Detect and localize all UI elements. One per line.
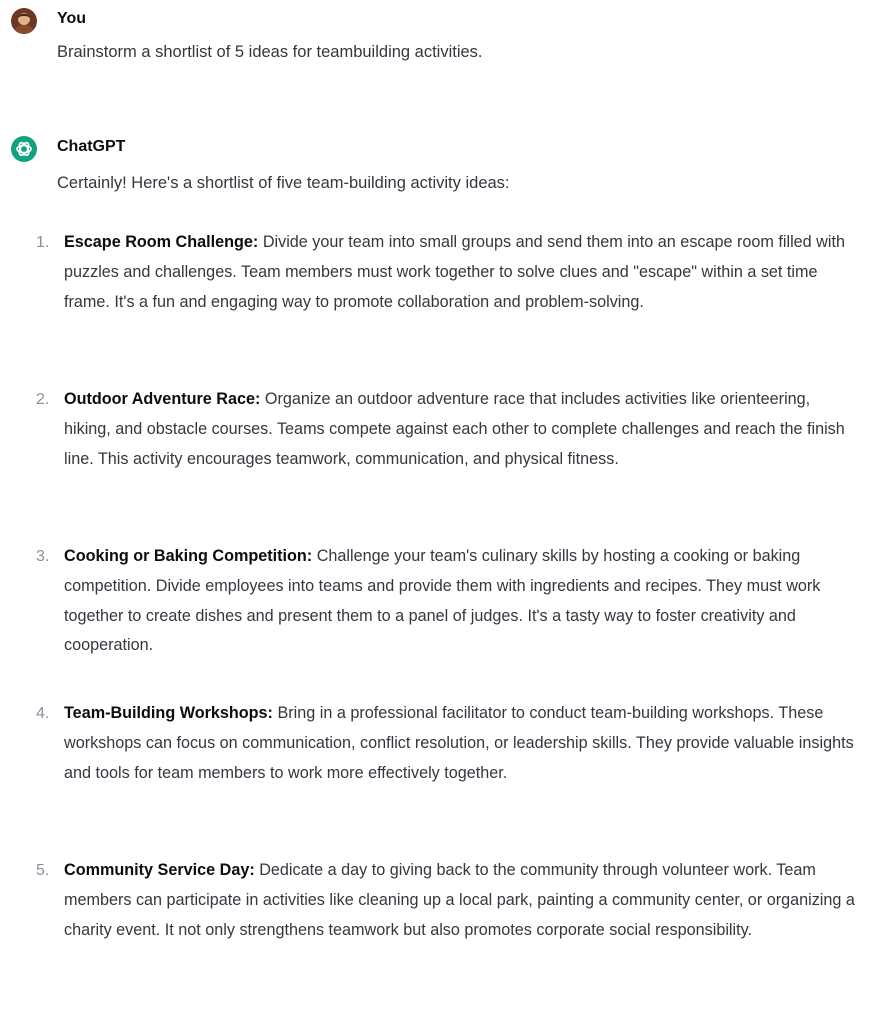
user-message-header: You	[0, 6, 869, 36]
list-item-title: Cooking or Baking Competition:	[64, 547, 313, 565]
list-item-body: Cooking or Baking Competition: Challenge…	[64, 542, 859, 661]
list-item: 4. Team-Building Workshops: Bring in a p…	[0, 699, 869, 856]
list-item-number: 3.	[36, 548, 50, 565]
list-item-body: Team-Building Workshops: Bring in a prof…	[64, 699, 859, 788]
assistant-message-header: ChatGPT	[0, 134, 869, 164]
assistant-avatar	[11, 136, 37, 162]
list-item-title: Team-Building Workshops:	[64, 704, 273, 722]
list-item-number: 4.	[36, 705, 50, 722]
list-item-title: Escape Room Challenge:	[64, 233, 259, 251]
list-item: 2. Outdoor Adventure Race: Organize an o…	[0, 385, 869, 542]
list-item-title: Outdoor Adventure Race:	[64, 390, 261, 408]
list-item-title: Community Service Day:	[64, 861, 255, 879]
assistant-intro-text: Certainly! Here's a shortlist of five te…	[57, 174, 510, 192]
list-item: 5. Community Service Day: Dedicate a day…	[0, 856, 869, 1013]
list-item: 1. Escape Room Challenge: Divide your te…	[0, 228, 869, 385]
list-item-number: 5.	[36, 862, 50, 879]
openai-logo-icon	[16, 141, 32, 157]
list-item: 3. Cooking or Baking Competition: Challe…	[0, 542, 869, 699]
list-item-body: Escape Room Challenge: Divide your team …	[64, 228, 859, 317]
idea-list: 1. Escape Room Challenge: Divide your te…	[0, 228, 869, 1013]
user-author-name: You	[57, 10, 87, 27]
assistant-author-name: ChatGPT	[57, 138, 126, 155]
user-avatar-photo	[11, 8, 37, 34]
user-avatar	[11, 8, 37, 34]
list-item-number: 1.	[36, 234, 50, 251]
list-item-body: Outdoor Adventure Race: Organize an outd…	[64, 385, 859, 474]
list-item-body: Community Service Day: Dedicate a day to…	[64, 856, 859, 945]
user-message-text: Brainstorm a shortlist of 5 ideas for te…	[57, 43, 483, 61]
list-item-number: 2.	[36, 391, 50, 408]
